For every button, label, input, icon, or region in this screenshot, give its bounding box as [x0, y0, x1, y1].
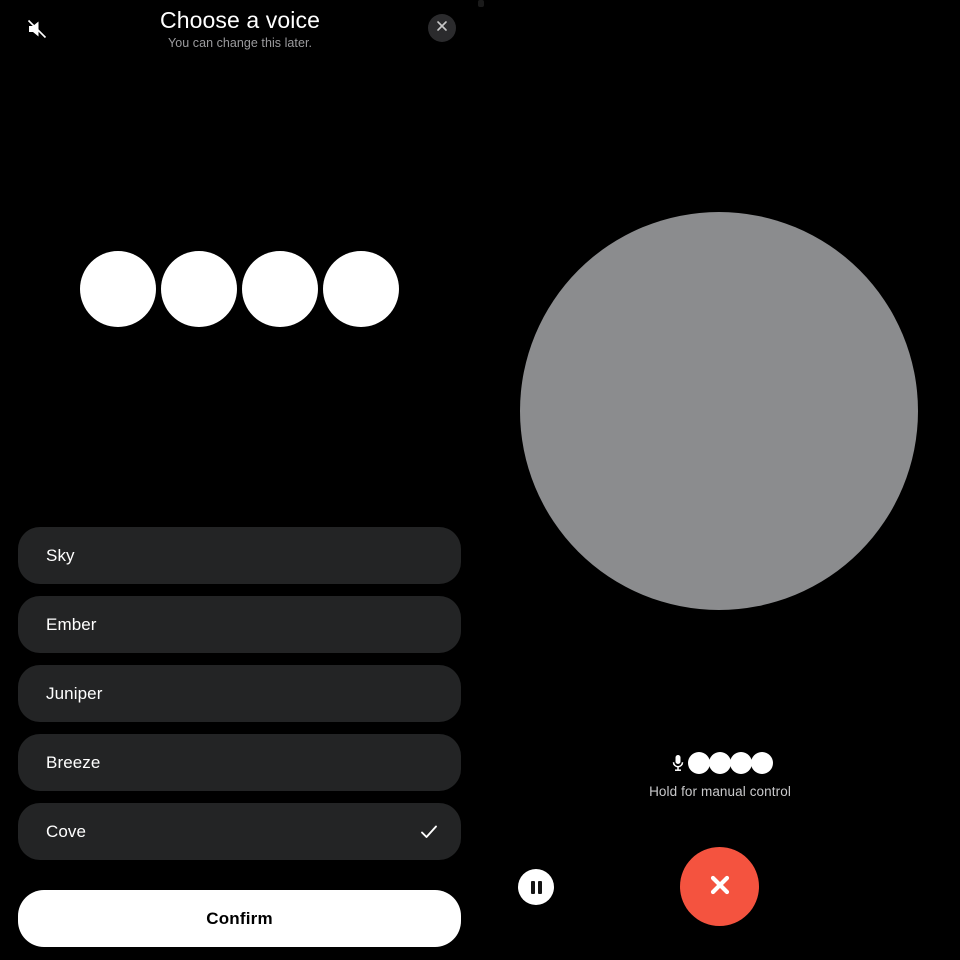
voice-option-label: Breeze: [46, 752, 101, 772]
close-panel-button[interactable]: [428, 14, 456, 42]
choose-voice-panel: Choose a voice You can change this later…: [0, 0, 480, 960]
voice-mode-screen: Choose a voice You can change this later…: [0, 0, 960, 960]
voice-option-label: Cove: [46, 821, 87, 841]
voice-option-juniper[interactable]: Juniper: [18, 665, 461, 722]
close-icon: [705, 870, 735, 903]
panel-divider-mark: [478, 0, 484, 7]
mic-level-dot: [687, 752, 710, 774]
voice-orb-preview: [80, 251, 410, 327]
end-call-button[interactable]: [680, 847, 759, 926]
orb-circle: [161, 251, 237, 327]
voice-option-label: Juniper: [46, 683, 103, 703]
close-icon: [435, 19, 449, 38]
assistant-orb: [520, 212, 918, 610]
pause-icon: [530, 880, 535, 894]
voice-option-list: Sky Ember Juniper Breeze Cove: [18, 527, 461, 872]
voice-option-breeze[interactable]: Breeze: [18, 734, 461, 791]
page-subtitle: You can change this later.: [168, 36, 312, 50]
mic-level-dot: [708, 752, 731, 774]
voice-option-label: Ember: [46, 614, 97, 634]
pause-icon: [537, 880, 542, 894]
mic-level-indicator: [480, 752, 960, 774]
voice-option-ember[interactable]: Ember: [18, 596, 461, 653]
microphone-icon: [668, 752, 688, 774]
speaker-muted-icon[interactable]: [20, 12, 54, 46]
page-title: Choose a voice: [160, 7, 320, 33]
orb-circle: [80, 251, 156, 327]
orb-circle: [242, 251, 318, 327]
pause-button[interactable]: [518, 869, 554, 905]
voice-option-label: Sky: [46, 545, 75, 565]
voice-option-sky[interactable]: Sky: [18, 527, 461, 584]
checkmark-icon: [419, 822, 439, 842]
voice-option-cove[interactable]: Cove: [18, 803, 461, 860]
orb-circle: [323, 251, 399, 327]
confirm-button[interactable]: Confirm: [18, 890, 461, 947]
voice-call-panel: Hold for manual control: [480, 0, 960, 960]
panel-header: Choose a voice You can change this later…: [90, 6, 390, 51]
mic-level-dot: [750, 752, 773, 774]
hold-for-manual-control-hint: Hold for manual control: [649, 784, 791, 799]
mic-level-dot: [729, 752, 752, 774]
